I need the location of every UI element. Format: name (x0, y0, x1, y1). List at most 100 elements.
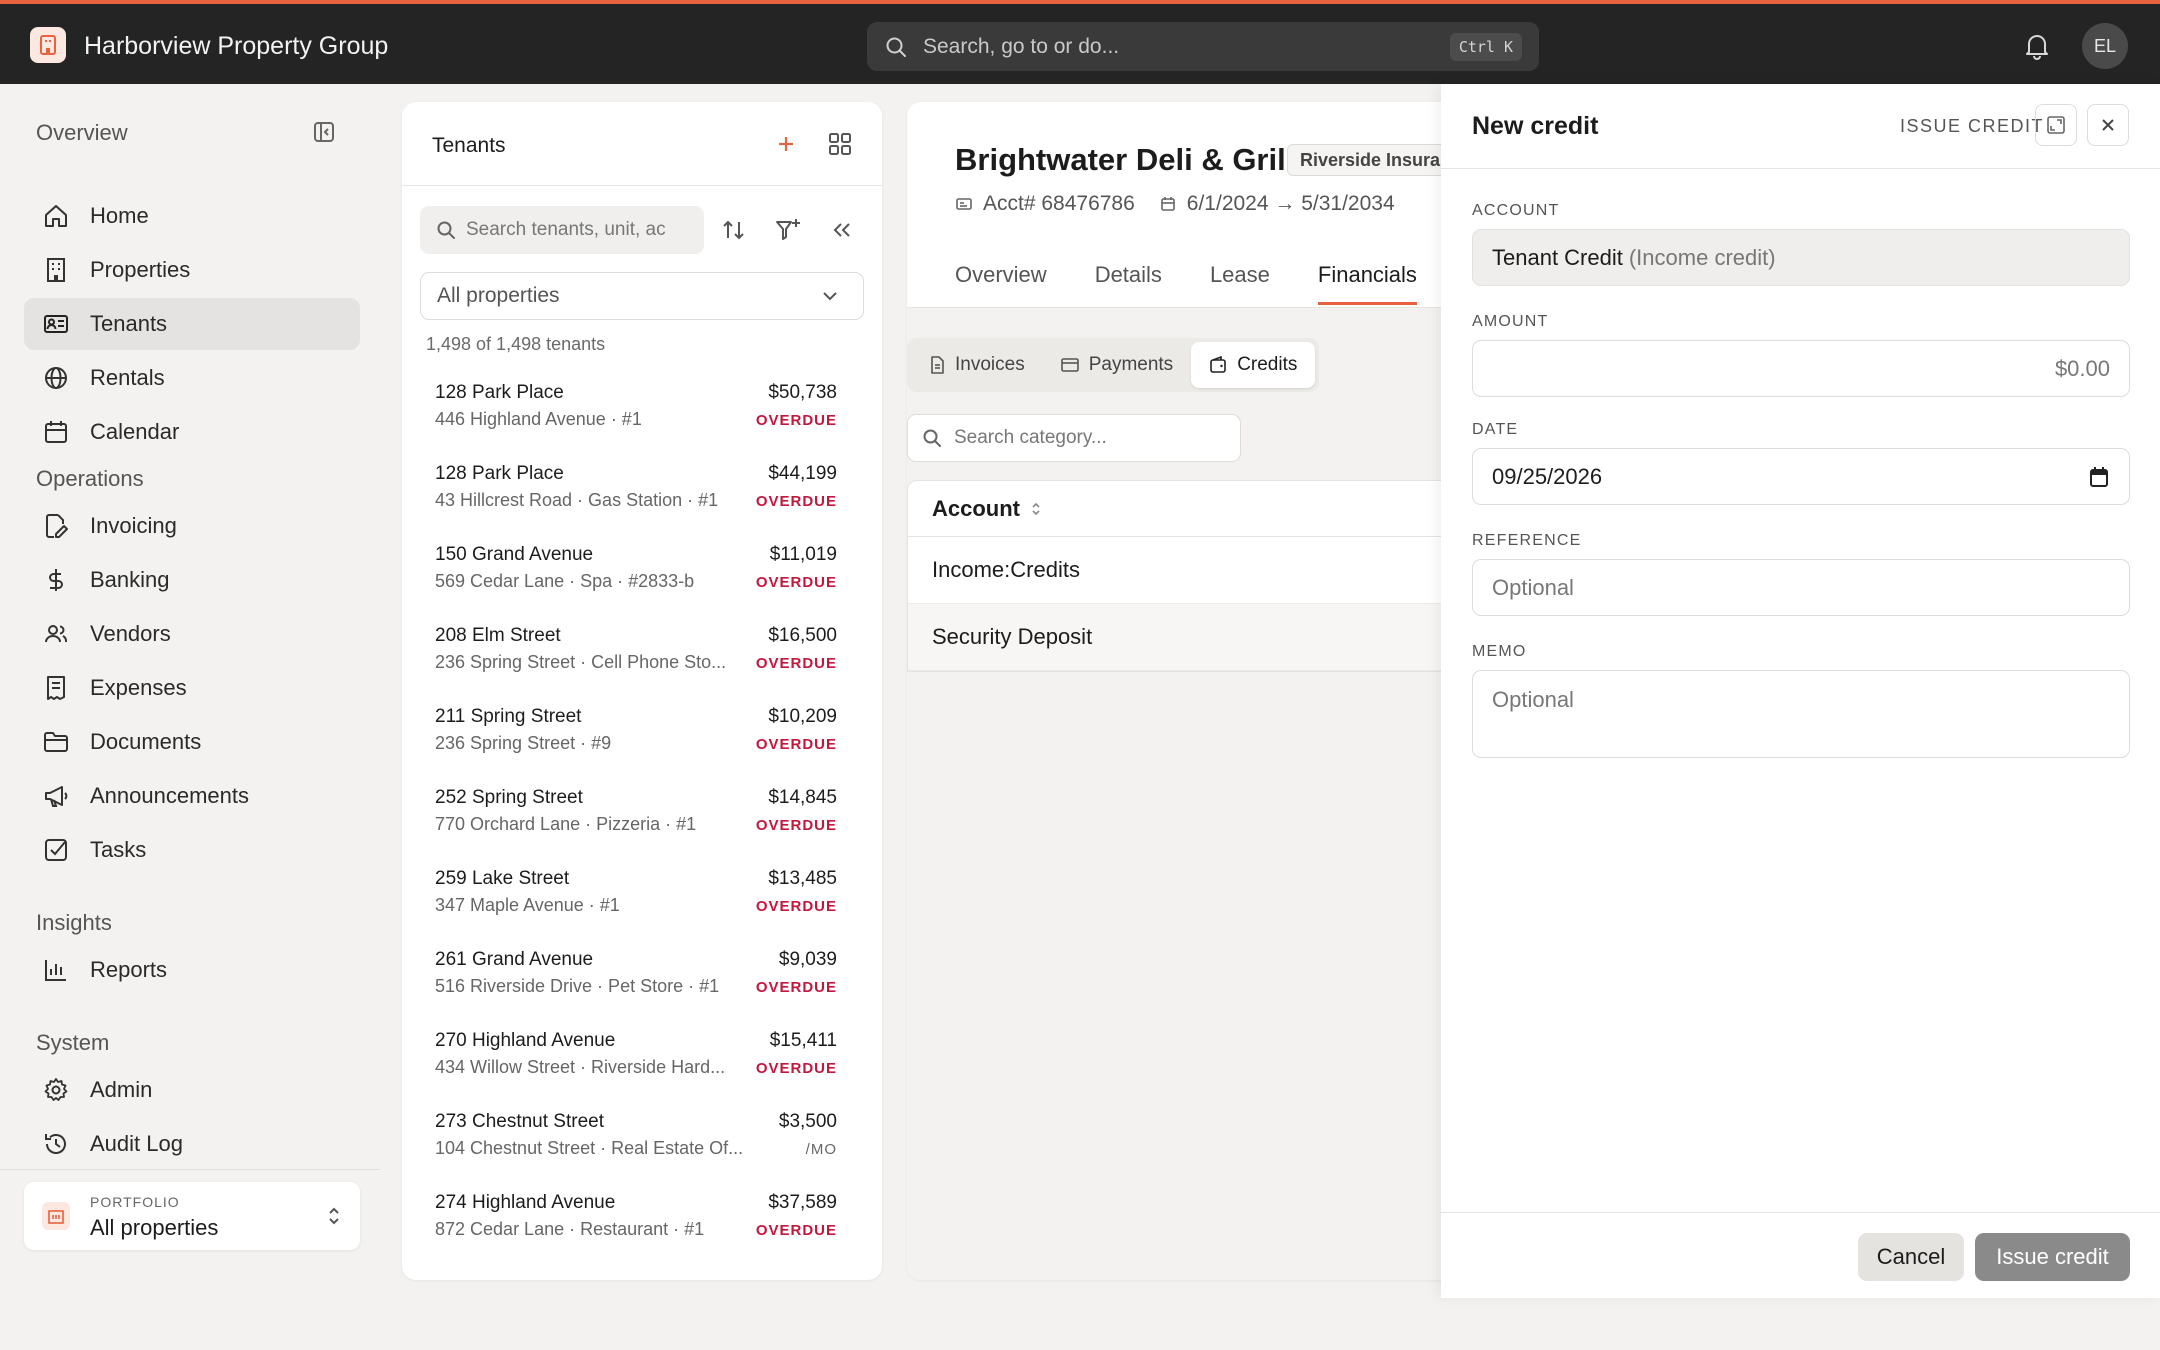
sidebar-item-reports[interactable]: Reports (24, 944, 360, 996)
tenant-name: 128 Park Place (435, 382, 564, 403)
sidebar-item-expenses[interactable]: Expenses (24, 662, 360, 714)
tenant-balance: $9,039 (778, 949, 837, 970)
sidebar-item-calendar[interactable]: Calendar (24, 406, 360, 458)
collapse-panel-icon[interactable] (828, 216, 856, 244)
tenant-name: 270 Highland Avenue (435, 1030, 616, 1051)
add-tenant-plus-icon[interactable] (772, 130, 800, 158)
list-item[interactable]: 128 Park Place 446 Highland Avenue · #1 $5… (402, 370, 882, 451)
tenants-panel: Tenants All properties 1,498 of 1,498 te… (402, 102, 882, 1280)
global-search-placeholder: Search, go to or do... (923, 34, 1120, 58)
reference-input[interactable] (1472, 559, 2130, 616)
tenant-list: 128 Park Place 446 Highland Avenue · #1 $5… (402, 370, 882, 1261)
cancel-button[interactable]: Cancel (1858, 1233, 1964, 1281)
search-icon (886, 37, 906, 57)
date-value: 09/25/2026 (1492, 463, 1603, 489)
list-item[interactable]: 252 Spring Street 770 Orchard Lane · Pizz… (402, 775, 882, 856)
table-row[interactable]: Security Deposit (908, 604, 1466, 671)
amount-label: AMOUNT (1472, 313, 1549, 330)
list-item[interactable]: 128 Park Place 43 Hillcrest Road · Gas St… (402, 451, 882, 532)
sidebar-item-home[interactable]: Home (24, 190, 360, 242)
tab-details[interactable]: Details (1095, 262, 1162, 305)
app-logo[interactable] (30, 27, 66, 63)
issue-credit-button[interactable]: Issue credit (1975, 1233, 2130, 1281)
list-item[interactable]: 211 Spring Street 236 Spring Street · #9 $… (402, 694, 882, 775)
sidebar-item-tasks[interactable]: Tasks (24, 824, 360, 876)
sidebar-item-tenants[interactable]: Tenants (24, 298, 360, 350)
accounts-table: Account Income:Credits Security Deposit (907, 480, 1467, 672)
status-badge: OVERDUE (755, 574, 837, 591)
sidebar-divider (0, 1169, 380, 1170)
tenant-search-input[interactable] (466, 219, 686, 241)
tenant-name: 208 Elm Street (435, 625, 561, 646)
notifications-bell-icon[interactable] (2024, 32, 2050, 60)
tab-financials[interactable]: Financials (1317, 262, 1417, 305)
tenant-search-field[interactable] (420, 206, 704, 254)
checkbox-icon (42, 836, 70, 864)
table-row[interactable]: Income:Credits (908, 537, 1466, 604)
sidebar-item-properties[interactable]: Properties (24, 244, 360, 296)
sidebar-item-invoicing[interactable]: Invoicing (24, 500, 360, 552)
tab-lease[interactable]: Lease (1210, 262, 1270, 305)
date-input[interactable]: 09/25/2026 (1472, 448, 2130, 505)
sidebar-collapse-icon[interactable] (312, 120, 336, 144)
section-heading-system: System (36, 1030, 110, 1055)
account-field[interactable]: Tenant Credit (Income credit) (1472, 229, 2130, 286)
sidebar-item-rentals[interactable]: Rentals (24, 352, 360, 404)
list-item[interactable]: 274 Highland Avenue 872 Cedar Lane · Rest… (402, 1180, 882, 1261)
sidebar-item-admin[interactable]: Admin (24, 1064, 360, 1116)
list-item[interactable]: 208 Elm Street 236 Spring Street · Cell P… (402, 613, 882, 694)
sidebar-item-label: Admin (90, 1077, 153, 1102)
calendar-icon[interactable] (2089, 466, 2109, 488)
expand-button[interactable] (2035, 104, 2077, 146)
segment-label: Invoices (955, 354, 1025, 375)
account-type: (Income credit) (1628, 244, 1776, 270)
close-button[interactable] (2087, 104, 2129, 146)
list-item[interactable]: 261 Grand Avenue 516 Riverside Drive · Pe… (402, 937, 882, 1018)
id-card-icon (42, 310, 70, 338)
tenants-panel-title: Tenants (432, 134, 506, 157)
document-icon (929, 356, 945, 374)
tenant-name: 252 Spring Street (435, 787, 583, 808)
sidebar-item-announcements[interactable]: Announcements (24, 770, 360, 822)
account-value: Tenant Credit (1492, 244, 1623, 270)
sidebar-item-vendors[interactable]: Vendors (24, 608, 360, 660)
tenant-address: 43 Hillcrest Road · Gas Station · #1 (435, 490, 719, 510)
category-search-input[interactable] (954, 427, 1234, 449)
sidebar-item-audit-log[interactable]: Audit Log (24, 1118, 360, 1170)
list-item[interactable]: 273 Chestnut Street 104 Chestnut Street ·… (402, 1099, 882, 1180)
sidebar-item-banking[interactable]: Banking (24, 554, 360, 606)
sidebar-item-documents[interactable]: Documents (24, 716, 360, 768)
property-badge[interactable]: Riverside Insura (1287, 144, 1454, 176)
tenant-name: 273 Chestnut Street (435, 1111, 604, 1132)
amount-input[interactable] (1472, 340, 2130, 397)
list-item[interactable]: 259 Lake Street 347 Maple Avenue · #1 $13,… (402, 856, 882, 937)
portfolio-switcher[interactable]: PORTFOLIO All properties (24, 1182, 360, 1250)
segment-payments[interactable]: Payments (1043, 342, 1191, 388)
rent-period: /MO (805, 1141, 837, 1158)
global-search[interactable]: Search, go to or do... Ctrl K (867, 22, 1539, 71)
property-filter-select[interactable]: All properties (420, 272, 864, 320)
tenant-address: 236 Spring Street · #9 (435, 733, 612, 753)
section-heading-insights: Insights (36, 910, 112, 935)
list-item[interactable]: 150 Grand Avenue 569 Cedar Lane · Spa · #… (402, 532, 882, 613)
add-filter-icon[interactable] (774, 216, 802, 244)
tenant-balance: $37,589 (768, 1192, 837, 1213)
segment-invoices[interactable]: Invoices (911, 342, 1043, 388)
user-avatar[interactable]: EL (2082, 23, 2128, 69)
grid-view-icon[interactable] (826, 130, 854, 158)
list-item[interactable]: 270 Highland Avenue 434 Willow Street · R… (402, 1018, 882, 1099)
drawer-header: New credit ISSUE CREDIT (1441, 84, 2160, 169)
tenant-name: 128 Park Place (435, 463, 564, 484)
sort-icon[interactable] (720, 216, 748, 244)
segment-credits[interactable]: Credits (1191, 342, 1316, 388)
segment-label: Payments (1088, 354, 1174, 375)
memo-input[interactable] (1472, 670, 2130, 758)
status-badge: OVERDUE (755, 655, 837, 672)
column-header-account[interactable]: Account (908, 481, 1466, 537)
category-search-field[interactable] (907, 414, 1241, 462)
account-label: ACCOUNT (1472, 202, 1560, 219)
file-edit-icon (42, 512, 70, 540)
tab-overview[interactable]: Overview (955, 262, 1047, 305)
detail-tabs: Overview Details Lease Financials (955, 262, 1465, 305)
tenant-count: 1,498 of 1,498 tenants (426, 334, 606, 354)
